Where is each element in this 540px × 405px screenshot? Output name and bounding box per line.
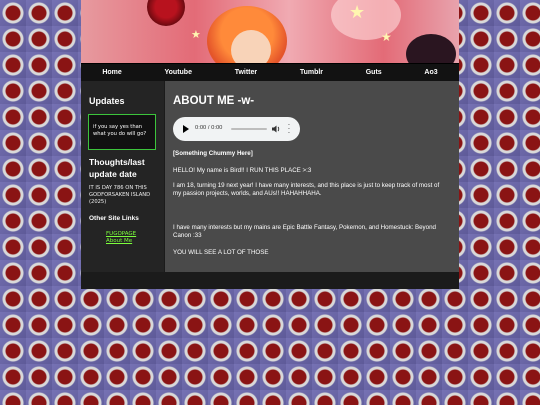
- page-title: ABOUT ME -w-: [173, 95, 255, 107]
- page-container: ★ ★ ★ Home Youtube Twitter Tumblr Guts A…: [81, 0, 459, 289]
- about-me-link[interactable]: About Me: [106, 238, 132, 244]
- play-icon[interactable]: [183, 125, 189, 133]
- footer-bar: [81, 272, 459, 289]
- thoughts-heading: Thoughts/last update date: [89, 157, 145, 179]
- banner-dark-shape: [406, 34, 456, 63]
- star-icon: ★: [191, 28, 201, 41]
- top-navigation: Home Youtube Twitter Tumblr Guts Ao3: [81, 64, 459, 81]
- updates-quote: if you say yes than what you do will go?: [93, 124, 147, 137]
- section-subheading: [Something Chummy Here]: [173, 150, 253, 157]
- more-vertical-icon[interactable]: · · ·: [287, 121, 291, 137]
- other-links-heading: Other Site Links: [89, 215, 139, 222]
- updates-box: if you say yes than what you do will go?: [88, 114, 156, 150]
- banner-character-face: [231, 30, 271, 63]
- volume-icon[interactable]: [271, 124, 281, 134]
- nav-home-link[interactable]: Home: [102, 69, 121, 76]
- nav-twitter-link[interactable]: Twitter: [235, 69, 257, 76]
- header-banner: ★ ★ ★: [81, 0, 459, 64]
- star-icon: ★: [381, 30, 392, 44]
- audio-player: 0:00 / 0:00 · · ·: [173, 117, 300, 141]
- audio-time: 0:00 / 0:00: [195, 125, 223, 131]
- nav-youtube-link[interactable]: Youtube: [165, 69, 192, 76]
- interests-paragraph: I have many interests but my mains are E…: [173, 224, 436, 239]
- nav-tumblr-link[interactable]: Tumblr: [300, 69, 323, 76]
- closing-paragraph: YOU WILL SEE A LOT OF THOSE: [173, 249, 269, 256]
- updates-heading: Updates: [89, 96, 125, 106]
- intro-paragraph: HELLO! My name is Bird!! I RUN THIS PLAC…: [173, 167, 312, 174]
- banner-rose: [147, 0, 185, 26]
- sidebar: Updates if you say yes than what you do …: [81, 81, 164, 272]
- nav-guts-link[interactable]: Guts: [366, 69, 382, 76]
- nav-ao3-link[interactable]: Ao3: [424, 69, 437, 76]
- audio-seek-bar[interactable]: [231, 128, 267, 130]
- thoughts-text: IT IS DAY 786 ON THIS GODFORSAKEN ISLAND…: [89, 185, 151, 205]
- fugopage-link[interactable]: FUGOPAGE: [106, 231, 136, 237]
- about-paragraph: I am 18, turning 19 next year! I have ma…: [173, 182, 440, 197]
- star-icon: ★: [349, 2, 366, 23]
- main-content: ABOUT ME -w- 0:00 / 0:00 · · · [Something …: [165, 81, 459, 272]
